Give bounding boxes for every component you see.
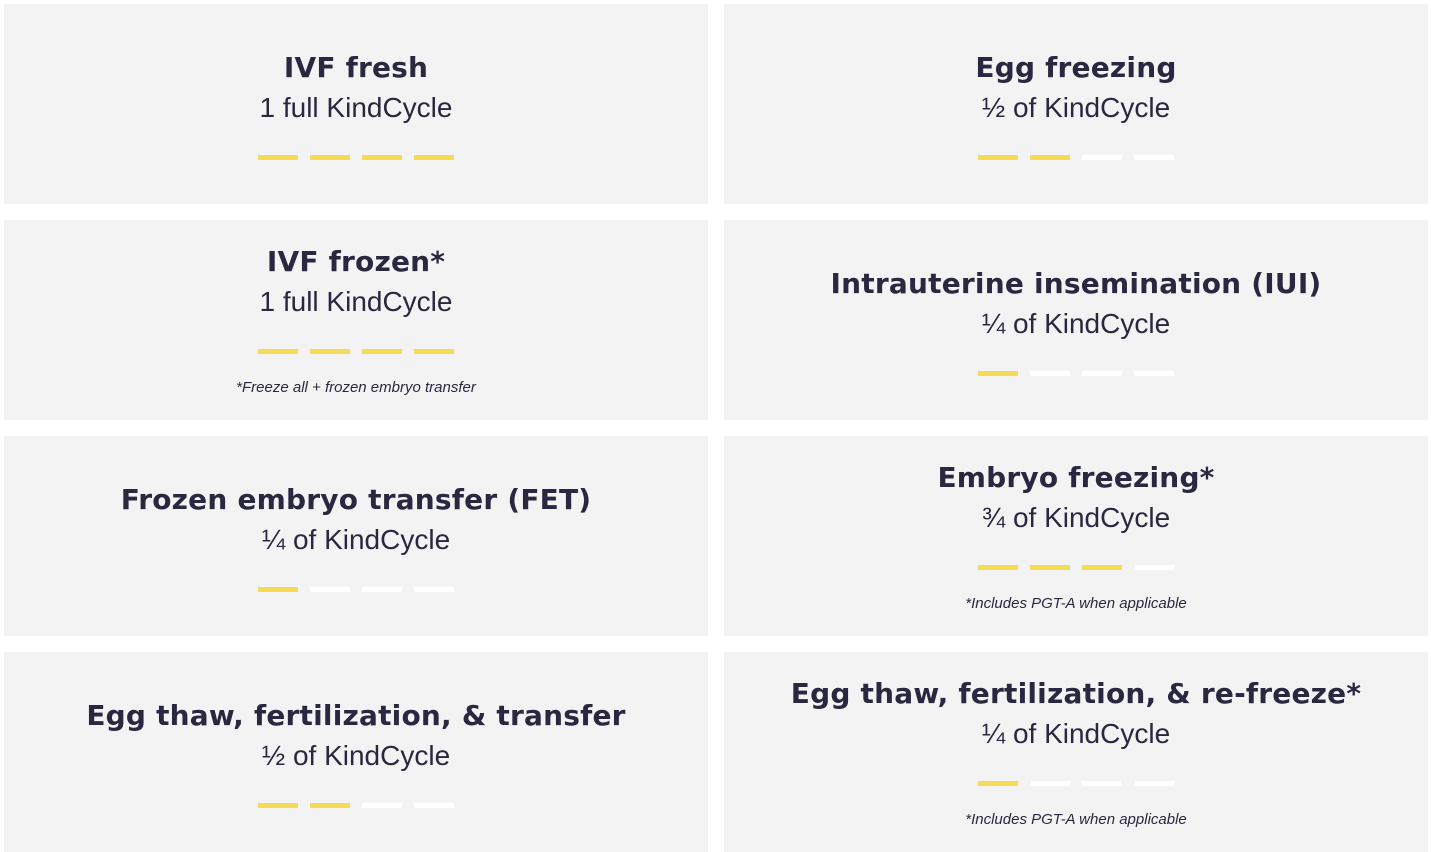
cycle-segment-filled	[258, 154, 298, 160]
card-title: IVF frozen*	[266, 244, 446, 278]
cycle-segment-filled	[978, 154, 1018, 160]
cycle-segment-filled	[258, 348, 298, 354]
card-title: IVF fresh	[283, 50, 429, 84]
cycle-segment-filled	[978, 780, 1018, 786]
card-footnote: *Includes PGT-A when applicable	[965, 594, 1187, 612]
card-title: Frozen embryo transfer (FET)	[120, 482, 592, 516]
card-fet: Frozen embryo transfer (FET) ¼ of KindCy…	[4, 436, 708, 636]
card-subtitle: ¾ of KindCycle	[981, 501, 1171, 533]
card-subtitle: ¼ of KindCycle	[981, 717, 1171, 749]
cycle-segment-empty	[414, 802, 454, 808]
card-subtitle: 1 full KindCycle	[259, 285, 453, 317]
cycle-segment-filled	[414, 348, 454, 354]
cycle-progress-bars	[258, 348, 454, 354]
cycle-segment-empty	[1134, 154, 1174, 160]
cycle-segment-filled	[1082, 564, 1122, 570]
cycle-segment-filled	[414, 154, 454, 160]
card-footnote: *Includes PGT-A when applicable	[965, 810, 1187, 828]
card-iui: Intrauterine insemination (IUI) ¼ of Kin…	[724, 220, 1428, 420]
cycle-segment-empty	[1082, 154, 1122, 160]
card-footnote: *Freeze all + frozen embryo transfer	[236, 378, 476, 396]
cycle-progress-bars	[978, 564, 1174, 570]
card-ivf-frozen: IVF frozen* 1 full KindCycle *Freeze all…	[4, 220, 708, 420]
cycle-segment-empty	[1082, 370, 1122, 376]
cycle-progress-bars	[978, 780, 1174, 786]
cycle-progress-bars	[978, 370, 1174, 376]
cycle-segment-filled	[310, 348, 350, 354]
card-title: Egg freezing	[975, 50, 1177, 84]
cycle-segment-empty	[1134, 780, 1174, 786]
card-embryo-freezing: Embryo freezing* ¾ of KindCycle *Include…	[724, 436, 1428, 636]
cycle-segment-empty	[362, 586, 402, 592]
card-subtitle: ½ of KindCycle	[261, 739, 451, 771]
cycle-segment-empty	[414, 586, 454, 592]
cycle-segment-empty	[1030, 780, 1070, 786]
cycle-progress-bars	[258, 802, 454, 808]
cycle-segment-empty	[362, 802, 402, 808]
cycle-progress-bars	[978, 154, 1174, 160]
cycle-segment-filled	[310, 802, 350, 808]
card-egg-thaw-transfer: Egg thaw, fertilization, & transfer ½ of…	[4, 652, 708, 852]
cycle-segment-empty	[1134, 564, 1174, 570]
cycle-segment-filled	[362, 348, 402, 354]
cycle-segment-empty	[310, 586, 350, 592]
cycle-segment-filled	[362, 154, 402, 160]
card-subtitle: 1 full KindCycle	[259, 91, 453, 123]
card-ivf-fresh: IVF fresh 1 full KindCycle	[4, 4, 708, 204]
card-subtitle: ¼ of KindCycle	[261, 523, 451, 555]
card-egg-freezing: Egg freezing ½ of KindCycle	[724, 4, 1428, 204]
cycle-segment-empty	[1082, 780, 1122, 786]
card-title: Egg thaw, fertilization, & re-freeze*	[790, 676, 1362, 710]
cycle-segment-filled	[258, 586, 298, 592]
card-title: Embryo freezing*	[937, 460, 1215, 494]
cycle-segment-filled	[1030, 564, 1070, 570]
card-title: Egg thaw, fertilization, & transfer	[86, 698, 626, 732]
card-egg-thaw-refreeze: Egg thaw, fertilization, & re-freeze* ¼ …	[724, 652, 1428, 852]
cycle-segment-empty	[1134, 370, 1174, 376]
cycle-segment-filled	[310, 154, 350, 160]
cycle-segment-empty	[1030, 370, 1070, 376]
cycle-progress-bars	[258, 154, 454, 160]
cycle-segment-filled	[1030, 154, 1070, 160]
card-subtitle: ½ of KindCycle	[981, 91, 1171, 123]
card-subtitle: ¼ of KindCycle	[981, 307, 1171, 339]
cycle-segment-filled	[258, 802, 298, 808]
card-title: Intrauterine insemination (IUI)	[830, 266, 1322, 300]
cycle-segment-filled	[978, 370, 1018, 376]
cycle-segment-filled	[978, 564, 1018, 570]
cycle-progress-bars	[258, 586, 454, 592]
